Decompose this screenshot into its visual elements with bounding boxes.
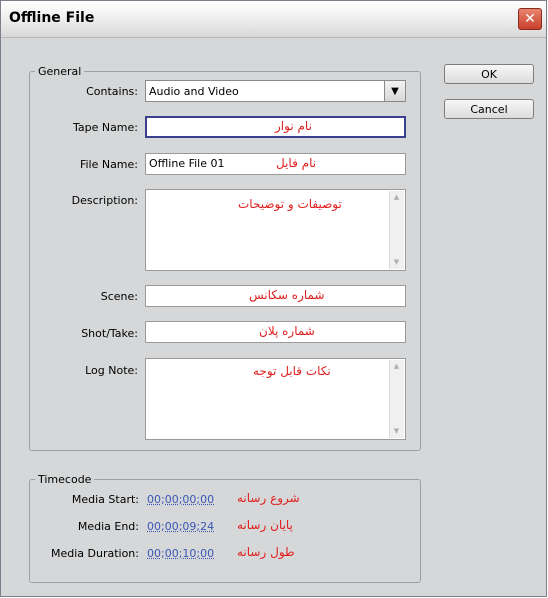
dropdown-button[interactable]: ▼: [384, 81, 405, 101]
close-button[interactable]: ✕: [518, 8, 542, 30]
media-start-value[interactable]: 00;00;00;00: [147, 493, 214, 506]
general-legend: General: [35, 65, 85, 78]
tape-name-annotation: نام نوار: [275, 119, 312, 133]
scroll-down-icon[interactable]: ▼: [392, 428, 401, 435]
contains-select[interactable]: Audio and Video ▼: [145, 80, 406, 102]
contains-value: Audio and Video: [149, 85, 239, 98]
scroll-up-icon[interactable]: ▲: [392, 194, 401, 201]
media-duration-label: Media Duration:: [50, 547, 139, 560]
offline-file-dialog: Offline File ✕ OK Cancel General Contain…: [0, 0, 547, 597]
media-end-annotation: پایان رسانه: [237, 518, 293, 532]
description-scrollbar[interactable]: ▲ ▼: [389, 191, 404, 269]
contains-label: Contains:: [86, 85, 138, 98]
description-label: Description:: [71, 194, 138, 207]
title-bar[interactable]: Offline File ✕: [1, 1, 546, 38]
cancel-button[interactable]: Cancel: [444, 99, 534, 119]
scroll-down-icon[interactable]: ▼: [392, 259, 401, 266]
file-name-annotation: نام فایل: [276, 156, 317, 170]
media-end-value[interactable]: 00;00;09;24: [147, 520, 214, 533]
log-note-label: Log Note:: [85, 364, 138, 377]
media-end-label: Media End:: [77, 520, 139, 533]
media-duration-value[interactable]: 00;00;10;00: [147, 547, 214, 560]
media-start-label: Media Start:: [71, 493, 139, 506]
shot-take-label: Shot/Take:: [81, 327, 138, 340]
timecode-legend: Timecode: [35, 473, 95, 486]
scroll-up-icon[interactable]: ▲: [392, 363, 401, 370]
media-start-annotation: شروع رسانه: [237, 491, 300, 505]
window-title: Offline File: [9, 10, 95, 26]
tape-name-label: Tape Name:: [72, 121, 138, 134]
log-note-annotation: نکات قابل توجه: [253, 364, 331, 378]
file-name-value: Offline File 01: [149, 157, 225, 170]
log-note-scrollbar[interactable]: ▲ ▼: [389, 360, 404, 438]
cancel-button-label: Cancel: [470, 102, 508, 116]
ok-button-label: OK: [481, 67, 497, 81]
scene-label: Scene:: [100, 290, 138, 303]
close-icon: ✕: [524, 11, 536, 27]
shot-take-annotation: شماره پلان: [259, 324, 315, 338]
scene-annotation: شماره سکانس: [249, 288, 325, 302]
description-annotation: توصیفات و توضیحات: [238, 197, 342, 211]
media-duration-annotation: طول رسانه: [237, 545, 295, 559]
ok-button[interactable]: OK: [444, 64, 534, 84]
file-name-label: File Name:: [79, 158, 138, 171]
chevron-down-icon: ▼: [391, 85, 399, 97]
